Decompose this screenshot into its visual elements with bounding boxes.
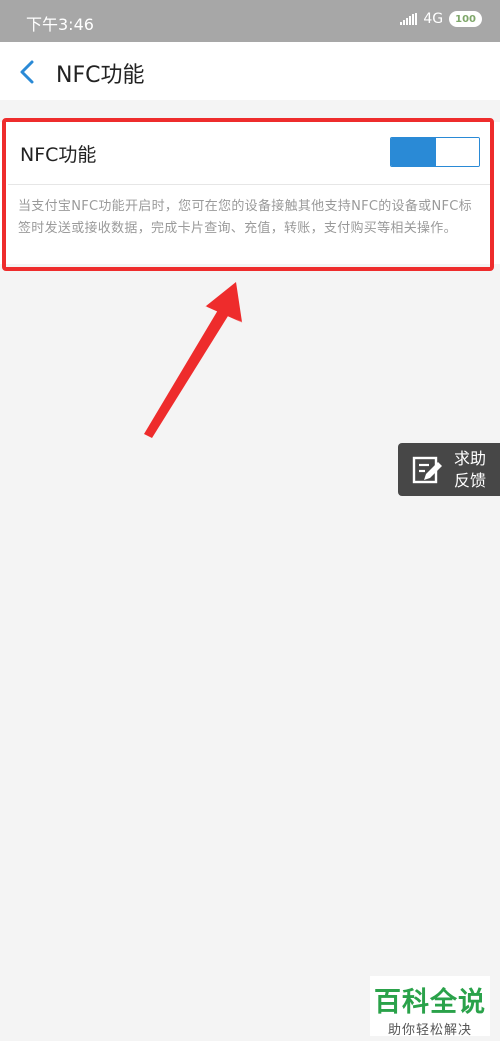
nfc-setting-row: NFC功能: [0, 122, 500, 184]
watermark-logo: 百科全说: [374, 987, 486, 1018]
status-indicators: 4G 100: [400, 11, 482, 27]
divider: [8, 184, 492, 185]
nfc-description: 当支付宝NFC功能开启时，您可在您的设备接触其他支持NFC的设备或NFC标签时发…: [18, 199, 472, 236]
watermark: 百科全说 助你轻松解决: [370, 976, 490, 1038]
feedback-label: 求助 反馈: [454, 448, 486, 492]
nfc-settings-card: NFC功能 当支付宝NFC功能开启时，您可在您的设备接触其他支持NFC的设备或N…: [0, 122, 500, 264]
nfc-setting-label: NFC功能: [20, 144, 97, 166]
red-arrow-icon: [144, 282, 243, 438]
nfc-toggle[interactable]: [390, 137, 480, 167]
feedback-line-2: 反馈: [454, 471, 487, 490]
watermark-slogan: 助你轻松解决: [387, 1023, 472, 1038]
feedback-button[interactable]: 求助 反馈: [398, 443, 500, 496]
nav-bar: NFC功能: [0, 42, 500, 100]
battery-level: 100: [455, 13, 476, 25]
feedback-line-1: 求助: [454, 449, 487, 468]
status-bar: 下午3:46 4G 100: [0, 0, 500, 42]
toggle-fill: [391, 138, 436, 166]
network-type: 4G: [423, 11, 444, 27]
toggle-knob: [435, 138, 479, 166]
signal-icon: [400, 13, 418, 25]
back-button[interactable]: [10, 54, 46, 90]
battery-icon: 100: [449, 11, 482, 27]
edit-note-icon: [412, 456, 442, 484]
page-title: NFC功能: [56, 63, 145, 88]
status-time: 下午3:46: [26, 15, 94, 34]
chevron-left-icon: [20, 60, 34, 84]
